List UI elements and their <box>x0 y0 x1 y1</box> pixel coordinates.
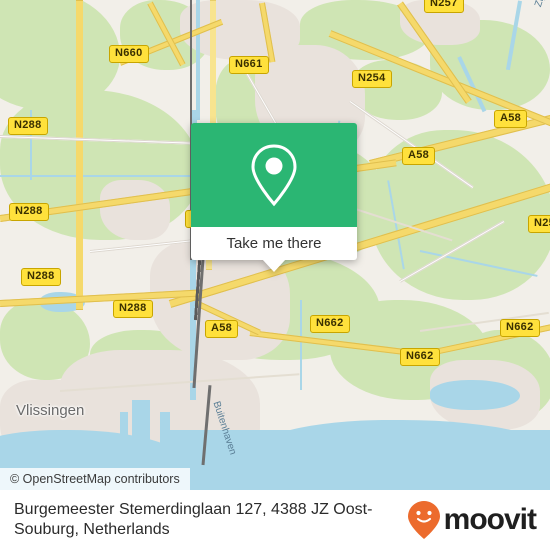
road-shield-n662-1: N662 <box>310 315 350 333</box>
road-shield-a58-ne: A58 <box>494 110 528 128</box>
road-shield-a58-n: A58 <box>402 147 436 165</box>
location-popup-card[interactable]: Take me there <box>191 123 357 272</box>
road-shield-n662-2: N662 <box>400 348 440 366</box>
road-shield-n660: N660 <box>109 45 149 63</box>
address-line-2: Souburg, Netherlands <box>14 521 170 538</box>
moovit-wordmark: moovit <box>443 503 537 536</box>
popup-pointer-tail <box>262 259 286 272</box>
popup-pin-area <box>191 123 357 227</box>
moovit-map-screenshot: Vlissingen Zijkanaal Buitenhaven N660 N6… <box>0 0 550 550</box>
osm-attribution[interactable]: © OpenStreetMap contributors <box>0 468 190 490</box>
road-shield-n257: N257 <box>424 0 464 13</box>
place-label-vlissingen: Vlissingen <box>16 402 85 419</box>
osm-attribution-label: © OpenStreetMap contributors <box>10 472 180 486</box>
moovit-logo[interactable]: moovit <box>407 500 537 540</box>
moovit-smile-pin-icon <box>407 501 440 539</box>
map-canvas[interactable]: Vlissingen Zijkanaal Buitenhaven N660 N6… <box>0 0 550 490</box>
take-me-there-button[interactable]: Take me there <box>191 227 357 260</box>
road-shield-n288-1: N288 <box>8 117 48 135</box>
road-shield-n662-3: N662 <box>500 319 540 337</box>
footer-bar: Burgemeester Stemerdinglaan 127, 4388 JZ… <box>0 490 550 550</box>
road-shield-n254: N254 <box>352 70 392 88</box>
road-shield-n254-e: N254 <box>528 215 550 233</box>
address-text: Burgemeester Stemerdinglaan 127, 4388 JZ… <box>14 500 407 541</box>
take-me-there-label: Take me there <box>226 235 322 252</box>
location-pin-icon <box>251 144 297 207</box>
address-line-1: Burgemeester Stemerdinglaan 127, 4388 JZ… <box>14 500 373 518</box>
road-shield-a58-s: A58 <box>205 320 239 338</box>
road-shield-n288-3: N288 <box>21 268 61 286</box>
road-shield-n288-2: N288 <box>9 203 49 221</box>
road-shield-n661: N661 <box>229 56 269 74</box>
road-shield-n288-4: N288 <box>113 300 153 318</box>
